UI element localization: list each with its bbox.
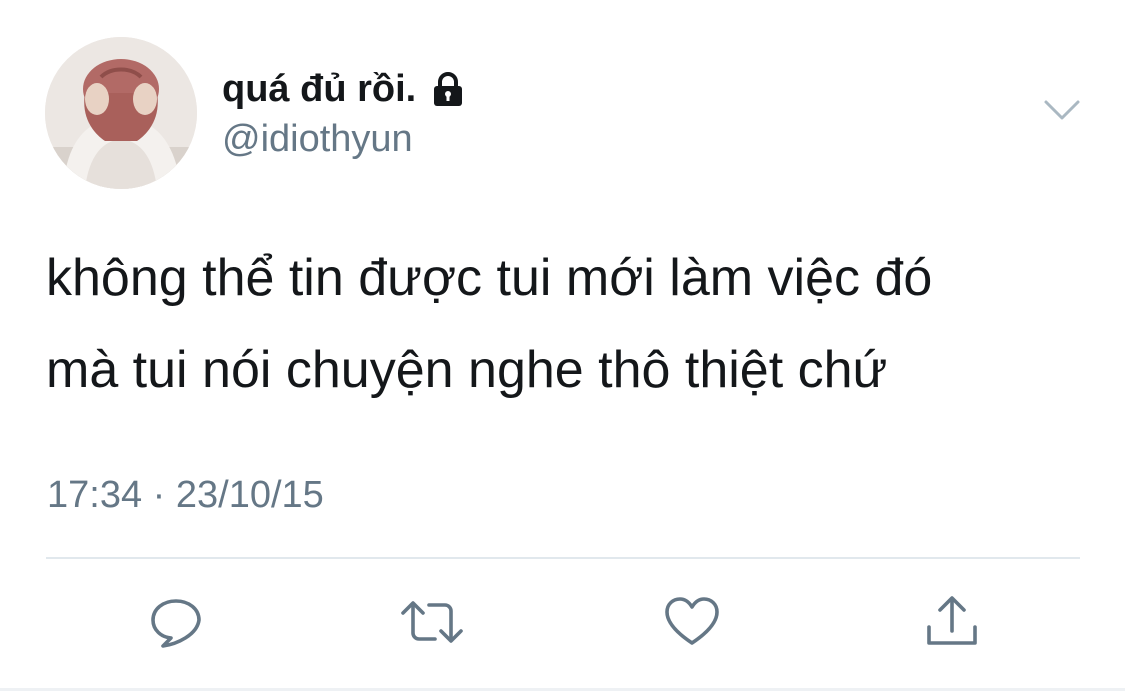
divider [46,557,1080,559]
retweet-icon [399,593,465,656]
display-name-row[interactable]: quá đủ rồi. [222,64,468,114]
share-button[interactable] [920,592,984,656]
like-button[interactable] [660,592,724,656]
tweet-time: 17:34 [47,474,143,516]
tweet-text: không thể tin được tui mới làm việc đó m… [46,249,933,399]
reply-button[interactable] [144,592,208,656]
tweet-timestamp: 17:34 · 23/10/15 [47,474,324,517]
tweet-date[interactable]: 23/10/15 [176,474,324,516]
lock-icon [428,69,468,109]
avatar[interactable] [45,37,197,189]
chevron-down-icon[interactable] [1040,92,1084,128]
meta-separator: · [152,474,166,516]
user-handle[interactable]: @idiothyun [222,118,413,161]
retweet-button[interactable] [400,592,464,656]
reply-icon [147,593,205,656]
share-icon [923,593,981,656]
heart-icon [663,593,721,656]
display-name[interactable]: quá đủ rồi. [222,68,416,111]
